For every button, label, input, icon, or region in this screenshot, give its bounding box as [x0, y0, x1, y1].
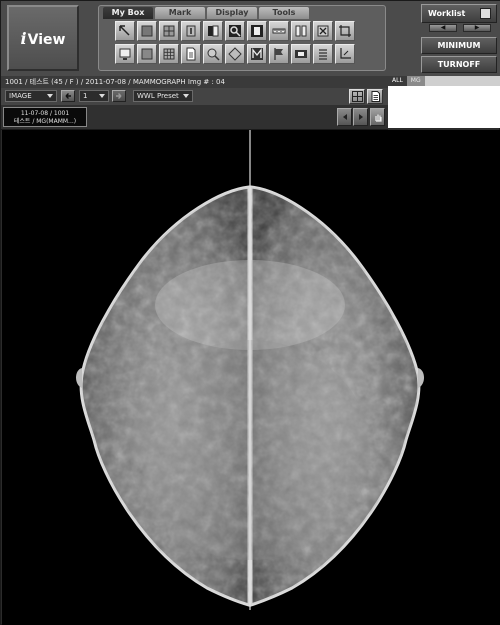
- tab-display[interactable]: Display: [207, 7, 257, 19]
- system-panel: Worklist ◀ ▶ MINIMUM TURNOFF: [421, 4, 497, 73]
- tab-tools[interactable]: Tools: [259, 7, 309, 19]
- minimum-button[interactable]: MINIMUM: [421, 37, 497, 54]
- study-tabs: ALL MG: [388, 76, 500, 86]
- info-icon[interactable]: [181, 21, 201, 41]
- hand-icon: [374, 114, 382, 122]
- tool-button-grid: [115, 21, 377, 64]
- chevron-down-icon: [183, 94, 189, 98]
- rotate-icon[interactable]: [225, 44, 245, 64]
- series-thumbnail[interactable]: 11-07-08 / 1001 테스트 / MG(MAMM...): [3, 107, 87, 127]
- page-select[interactable]: 1: [79, 90, 109, 102]
- series-description: 테스트 / MG(MAMM...): [13, 118, 77, 125]
- monitor-icon[interactable]: [115, 44, 135, 64]
- compare-icon[interactable]: [291, 21, 311, 41]
- layout-grid-button[interactable]: [349, 89, 365, 104]
- chevron-down-icon: [47, 94, 53, 98]
- series-strip: 11-07-08 / 1001 테스트 / MG(MAMM...): [1, 105, 388, 130]
- arrow-left-icon: [65, 93, 71, 99]
- tile-icon[interactable]: [159, 44, 179, 64]
- ruler-icon[interactable]: [269, 21, 289, 41]
- grid-icon: [351, 91, 363, 102]
- pointer-icon[interactable]: [115, 21, 135, 41]
- next-image-button[interactable]: [112, 90, 126, 102]
- next-arrow-icon[interactable]: ▶: [463, 24, 491, 32]
- mammogram-image: [76, 130, 424, 610]
- patient-info-bar: 1001 / 테스트 (45 / F ) / 2011-07-08 / MAMM…: [1, 76, 388, 88]
- list-icon[interactable]: [313, 44, 333, 64]
- invert-icon[interactable]: [203, 21, 223, 41]
- image-viewport[interactable]: [2, 130, 500, 625]
- prev-arrow-icon[interactable]: ◀: [429, 24, 457, 32]
- worklist-icon: [480, 8, 491, 19]
- window-icon[interactable]: [137, 21, 157, 41]
- magnify-icon[interactable]: [225, 21, 245, 41]
- grid-icon[interactable]: [159, 21, 179, 41]
- export-icon[interactable]: [291, 44, 311, 64]
- document-icon: [371, 91, 380, 102]
- layout-icon[interactable]: [137, 44, 157, 64]
- study-list-panel: ALL MG: [388, 76, 500, 128]
- triangle-right-icon: [358, 114, 363, 120]
- series-prev-button[interactable]: [337, 108, 352, 126]
- mark-icon[interactable]: [247, 44, 267, 64]
- tab-mg[interactable]: MG: [406, 76, 425, 86]
- app-window: iView My Box Mark Display Tools Worklist…: [0, 0, 500, 625]
- pdf-icon[interactable]: [247, 21, 267, 41]
- wwl-preset-select[interactable]: WWL Preset: [133, 90, 193, 102]
- zoom-icon[interactable]: [203, 44, 223, 64]
- series-next-button[interactable]: [353, 108, 368, 126]
- crop-icon[interactable]: [335, 21, 355, 41]
- document-icon[interactable]: [181, 44, 201, 64]
- app-logo: iView: [7, 5, 79, 71]
- chevron-down-icon: [99, 94, 105, 98]
- arrow-right-icon: [116, 93, 122, 99]
- tab-mark[interactable]: Mark: [155, 7, 205, 19]
- tool-tabs: My Box Mark Display Tools: [103, 7, 311, 19]
- tool-panel: My Box Mark Display Tools: [98, 5, 386, 71]
- series-date-id: 11-07-08 / 1001: [20, 110, 70, 117]
- viewer-controls: IMAGE 1 WWL Preset: [1, 88, 388, 105]
- mode-select[interactable]: IMAGE: [5, 90, 57, 102]
- turnoff-button[interactable]: TURNOFF: [421, 56, 497, 73]
- delete-icon[interactable]: [313, 21, 333, 41]
- arrow-controls: ◀ ▶: [429, 24, 491, 32]
- triangle-left-icon: [342, 114, 347, 120]
- top-toolbar: iView My Box Mark Display Tools Worklist…: [1, 1, 500, 76]
- hand-tool-button[interactable]: [370, 108, 385, 126]
- tab-all[interactable]: ALL: [388, 76, 407, 86]
- axis-icon[interactable]: [335, 44, 355, 64]
- prev-image-button[interactable]: [61, 90, 75, 102]
- report-button[interactable]: [367, 89, 383, 104]
- worklist-button[interactable]: Worklist: [421, 4, 497, 23]
- tab-my-box[interactable]: My Box: [103, 7, 153, 19]
- flag-icon[interactable]: [269, 44, 289, 64]
